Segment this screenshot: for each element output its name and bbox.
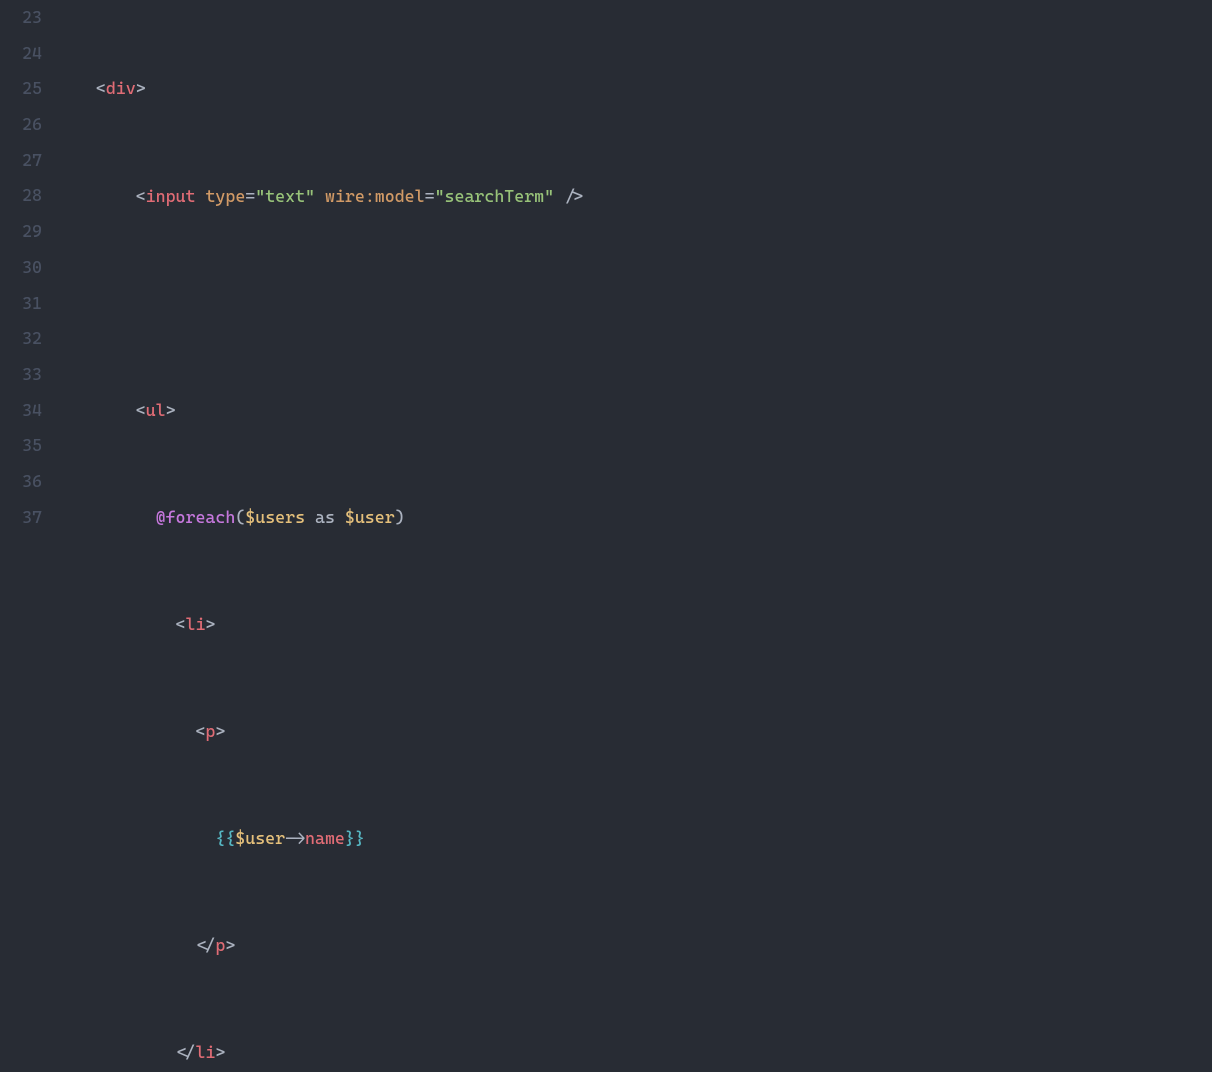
code-line: <div> — [56, 71, 1212, 107]
line-number: 34 — [0, 393, 42, 429]
line-number: 23 — [0, 0, 42, 36]
code-line: @foreach($users as $user) — [56, 500, 1212, 536]
line-number: 24 — [0, 36, 42, 72]
line-number: 27 — [0, 143, 42, 179]
line-number: 32 — [0, 321, 42, 357]
code-editor[interactable]: 23 24 25 26 27 28 29 30 31 32 33 34 35 3… — [0, 0, 1212, 536]
line-number: 37 — [0, 500, 42, 536]
code-line: <ul> — [56, 393, 1212, 429]
code-line: {{$user->name}} — [56, 821, 1212, 857]
code-line: </li> — [56, 1035, 1212, 1071]
line-number: 33 — [0, 357, 42, 393]
code-line: </p> — [56, 928, 1212, 964]
line-number: 29 — [0, 214, 42, 250]
code-line: <p> — [56, 714, 1212, 750]
line-number: 35 — [0, 428, 42, 464]
line-number: 36 — [0, 464, 42, 500]
line-number: 26 — [0, 107, 42, 143]
line-number: 28 — [0, 178, 42, 214]
line-number: 31 — [0, 286, 42, 322]
code-line: <input type="text" wire:model="searchTer… — [56, 179, 1212, 215]
code-line — [56, 286, 1212, 322]
line-number: 30 — [0, 250, 42, 286]
line-number-gutter: 23 24 25 26 27 28 29 30 31 32 33 34 35 3… — [0, 0, 56, 536]
code-area[interactable]: <div> <input type="text" wire:model="sea… — [56, 0, 1212, 536]
code-line: <li> — [56, 607, 1212, 643]
line-number: 25 — [0, 71, 42, 107]
